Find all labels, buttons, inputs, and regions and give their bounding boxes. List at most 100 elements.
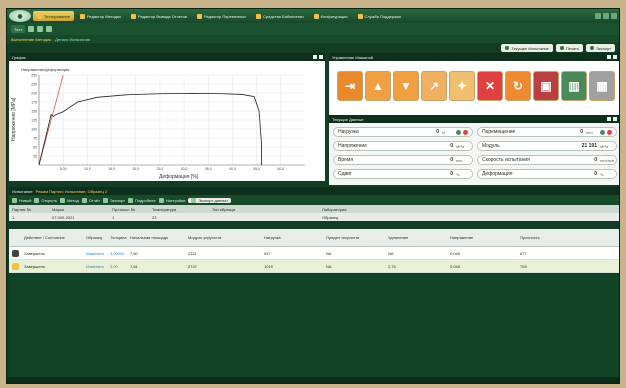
minimize-icon[interactable]	[595, 13, 601, 19]
results-header-cell[interactable]: Напряжение	[448, 235, 518, 240]
data-cell-value: 0	[594, 171, 597, 177]
current-test-button[interactable]: Текущее Испытание	[501, 44, 553, 52]
export-button[interactable]: Экспорт	[585, 44, 615, 52]
results-header-cell[interactable]: Предел текучести	[324, 235, 386, 240]
toolbar-icon	[34, 197, 40, 203]
tab-library-tools[interactable]: Средства Библиотеки	[252, 11, 308, 21]
batch-info-header: Партия № Марка Протокол № Температура Тип об…	[9, 205, 619, 213]
data-cell-unit: %	[456, 171, 460, 177]
tab-configuration[interactable]: Конфигурация	[310, 11, 352, 21]
new-icon[interactable]	[28, 26, 35, 32]
app-logo[interactable]: ◉	[9, 10, 31, 22]
results-header-cell[interactable]: Толщина	[108, 235, 128, 240]
results-header-cell[interactable]: Прочность	[518, 235, 578, 240]
move-up-button[interactable]: ▲	[365, 71, 391, 101]
status-bar	[7, 377, 619, 383]
table-cell: Завершено	[24, 263, 46, 269]
batch-info-value-cell[interactable]: 23	[149, 215, 209, 220]
print-button[interactable]: Печать	[555, 44, 583, 52]
specimen-status-icon	[12, 262, 19, 270]
save-button[interactable]: ▣	[533, 71, 559, 101]
specimen-status-icon	[12, 249, 19, 257]
end-button[interactable]: ▦	[589, 71, 615, 101]
settings-icon[interactable]	[46, 26, 53, 32]
results-empty-area	[9, 273, 619, 377]
x-tick-label: 25,0	[157, 167, 164, 171]
toolbar-item-label: Отчёт	[88, 197, 100, 203]
data-cell-unit: min	[456, 157, 463, 163]
results-header-cell[interactable]: Удлинение	[386, 235, 448, 240]
report-editor-icon	[130, 13, 136, 19]
x-tick-label: 30,0	[181, 167, 188, 171]
test-toolbar-item-4[interactable]: Отчёт	[81, 197, 100, 203]
batch-info-table: Партия № Марка Протокол № Температура Тип об…	[9, 205, 619, 221]
stop-button[interactable]: ✕	[477, 71, 503, 101]
batch-info-value-cell[interactable]: 1	[9, 215, 49, 220]
table-cell: 2321	[188, 250, 197, 256]
results-header-cell[interactable]: Образец	[84, 235, 108, 240]
results-header-cell[interactable]: Начальная площадь	[128, 235, 186, 240]
batch-info-value-cell[interactable]: Образец	[319, 215, 399, 220]
data-cell-label: Время	[338, 157, 354, 163]
table-cell[interactable]: Изменить	[84, 251, 108, 256]
tab-report-editor[interactable]: Редактор Вывода Отчетов	[127, 11, 191, 21]
batch-info-value-cell[interactable]: 07.000-2021	[49, 215, 109, 220]
stress-strain-chart[interactable]: Напряжение/деформация Напряжение [MPa] Д…	[9, 61, 325, 181]
maximize-icon[interactable]	[603, 13, 609, 19]
zero-icon[interactable]	[600, 129, 605, 135]
jog-up-button[interactable]: ↗	[421, 71, 447, 101]
test-toolbar-item-5[interactable]: Экспорт	[102, 197, 125, 203]
data-cell-value: 0	[450, 143, 453, 149]
close-icon[interactable]	[611, 13, 617, 19]
results-header-cell[interactable]: Модуль упругости	[186, 235, 262, 240]
tab-testing[interactable]: Тестирование	[33, 11, 74, 21]
x-tick-label: 40,0	[229, 167, 236, 171]
data-panel-header: Текущие Данные	[329, 115, 619, 123]
results-header-cell[interactable]: Нагрузка	[262, 235, 324, 240]
tab-method-editor[interactable]: Редактор Методик	[76, 11, 125, 21]
pin-icon[interactable]	[313, 55, 317, 59]
toolbar-item-label: Подробнее	[134, 197, 156, 203]
close-icon[interactable]	[613, 117, 617, 121]
table-cell: 0,045	[450, 250, 461, 256]
table-cell: NA	[326, 250, 332, 256]
test-toolbar-item-3[interactable]: Метод	[60, 197, 79, 203]
breadcrumb-link-details[interactable]: Детали Испытания	[55, 37, 90, 42]
reset-icon[interactable]	[463, 129, 468, 135]
pin-icon[interactable]	[607, 55, 611, 59]
pin-icon[interactable]	[607, 117, 611, 121]
results-header: Действие / Состояние Образец Толщина Началь…	[9, 229, 619, 247]
jog-fast-button[interactable]: ✦	[449, 71, 475, 101]
reset-icon[interactable]	[607, 129, 612, 135]
chart-title: Напряжение/деформация	[21, 67, 69, 72]
zero-icon[interactable]	[456, 129, 461, 135]
test-toolbar-item-2[interactable]: Открыть	[34, 197, 57, 203]
data-cell-3: Напряжение 0 MPa	[333, 141, 473, 151]
table-cell: Завершено	[24, 250, 46, 256]
batch-info-value-cell[interactable]: 1	[109, 215, 149, 220]
test-selector[interactable]: Тест	[11, 25, 26, 33]
results-header-cell[interactable]: Действие / Состояние	[22, 235, 84, 240]
breadcrumb-link-methods[interactable]: Выполнение Методик	[11, 37, 51, 42]
close-icon[interactable]	[613, 55, 617, 59]
test-toolbar-item-1[interactable]: Новый	[12, 197, 31, 203]
table-cell[interactable]: Изменить	[84, 264, 108, 269]
test-toolbar-item-6[interactable]: Подробнее	[127, 197, 156, 203]
tab-support[interactable]: Служба Поддержки	[354, 11, 405, 21]
table-row[interactable]: Завершено Изменить 3,00000 7,50 2321 947 NA NA 0…	[9, 247, 619, 260]
test-toolbar-item-8[interactable]: Экспорт данных	[188, 197, 232, 203]
table-row[interactable]: Завершено Изменить 3,00 7,61 2747 1019 NA 2,75 0…	[9, 260, 619, 273]
load-specimen-button[interactable]: ⇥	[337, 71, 363, 101]
open-icon[interactable]	[37, 26, 44, 32]
tab-variable-editor[interactable]: Редактор Переменных	[193, 11, 250, 21]
record-button[interactable]: ▥	[561, 71, 587, 101]
batch-info-header-cell: Лаборатория	[322, 206, 347, 212]
chart-background	[9, 61, 325, 181]
y-tick-label: 225	[31, 83, 37, 87]
move-down-button[interactable]: ▼	[393, 71, 419, 101]
data-cell-2: Перемещение 0 mm	[477, 127, 617, 137]
close-icon[interactable]	[319, 55, 323, 59]
print-icon	[559, 46, 564, 50]
test-toolbar-item-7[interactable]: Настройки	[158, 197, 185, 203]
return-button[interactable]: ↻	[505, 71, 531, 101]
